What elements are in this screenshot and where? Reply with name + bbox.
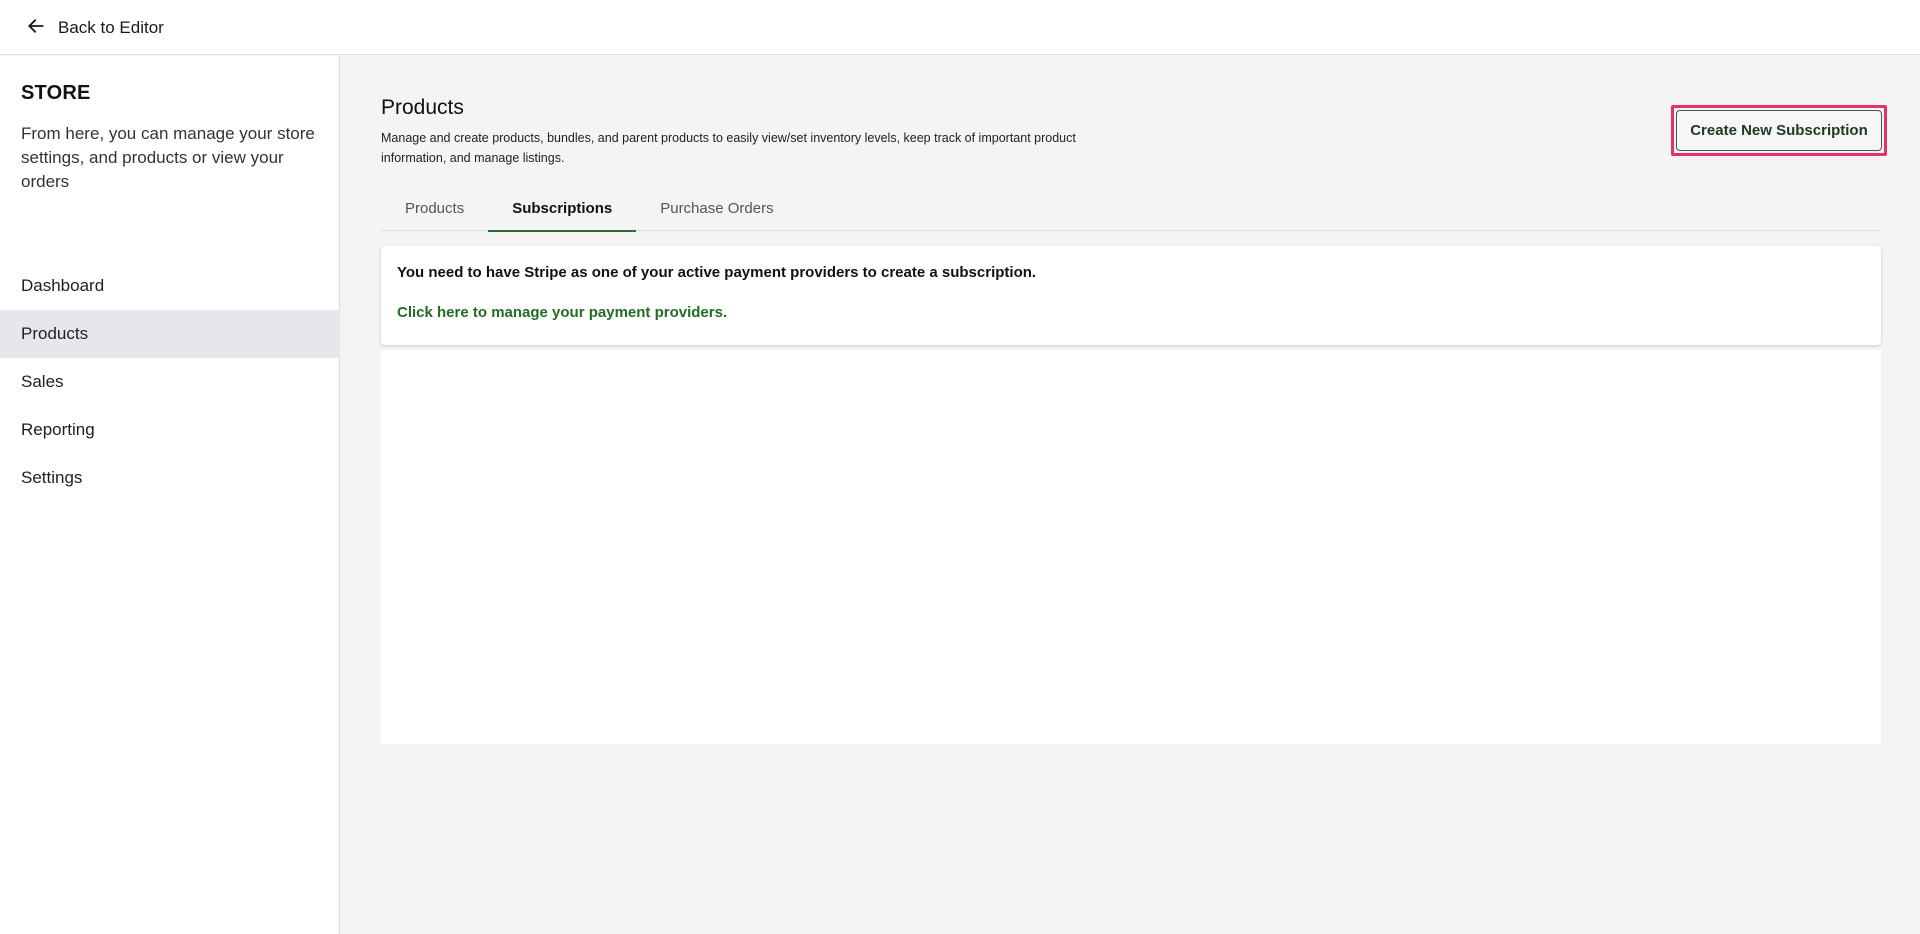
page-title: Products — [381, 96, 464, 119]
sidebar-description: From here, you can manage your store set… — [21, 124, 315, 191]
create-new-subscription-button[interactable]: Create New Subscription — [1676, 110, 1882, 151]
sidebar-nav: Dashboard Products Sales Reporting Setti… — [0, 262, 340, 502]
tab-subscriptions[interactable]: Subscriptions — [488, 186, 637, 232]
sidebar-item-reporting[interactable]: Reporting — [0, 406, 340, 454]
notice-message: You need to have Stripe as one of your a… — [397, 264, 1037, 281]
sidebar-item-sales[interactable]: Sales — [0, 358, 340, 406]
tab-purchase-orders[interactable]: Purchase Orders — [636, 186, 797, 231]
stripe-notice-card: You need to have Stripe as one of your a… — [381, 246, 1881, 345]
main-content: Products Manage and create products, bun… — [341, 56, 1920, 934]
sidebar: STORE From here, you can manage your sto… — [0, 56, 340, 934]
arrow-left-icon — [26, 16, 46, 41]
back-to-editor-label: Back to Editor — [58, 18, 164, 37]
subscriptions-panel — [381, 350, 1881, 744]
sidebar-item-dashboard[interactable]: Dashboard — [0, 262, 340, 310]
sidebar-item-settings[interactable]: Settings — [0, 454, 340, 502]
manage-payment-providers-link[interactable]: Click here to manage your payment provid… — [397, 304, 727, 321]
back-to-editor-button[interactable]: Back to Editor — [26, 14, 164, 42]
page-description: Manage and create products, bundles, and… — [381, 131, 1076, 165]
tab-products[interactable]: Products — [381, 186, 488, 231]
top-bar: Back to Editor — [0, 0, 1920, 55]
sidebar-item-products[interactable]: Products — [0, 310, 340, 358]
tab-bar: Products Subscriptions Purchase Orders — [381, 186, 1881, 232]
sidebar-title: STORE — [21, 82, 91, 104]
